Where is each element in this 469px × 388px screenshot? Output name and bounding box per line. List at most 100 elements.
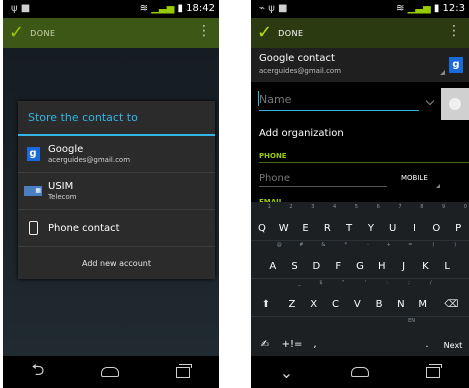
- key-k[interactable]: (K: [415, 240, 437, 278]
- battery-icon: ▮: [177, 3, 183, 14]
- key-hint: -: [367, 242, 369, 248]
- dialog-title: Store the contact to: [18, 101, 215, 136]
- key-hint: ": [342, 280, 345, 286]
- person-icon: [449, 98, 461, 110]
- clock: 12:3: [442, 3, 465, 14]
- key-hint: 2: [289, 204, 293, 210]
- key-label: ,: [313, 339, 317, 350]
- action-bar: ✓ DONE ⋮: [3, 18, 219, 48]
- key-s[interactable]: # S: [284, 240, 306, 278]
- left-phone-screen: ψ ■ ≋ ▁▃▅ ▮ 18:42 ✓ DONE ⋮ Store the con…: [3, 0, 219, 388]
- key-r[interactable]: 4R: [316, 202, 338, 240]
- key-t[interactable]: 5T: [338, 202, 360, 240]
- option-usim[interactable]: ▦ USIM Telecom: [18, 173, 215, 210]
- key-o[interactable]: 9O: [425, 202, 447, 240]
- section-divider: [259, 162, 469, 163]
- contact-photo-button[interactable]: [441, 88, 469, 120]
- phone-field[interactable]: Phone: [259, 166, 387, 187]
- key-w[interactable]: 2W: [273, 202, 295, 240]
- store-contact-dialog: Store the contact to g Google acerguides…: [18, 101, 215, 279]
- option-label: USIM: [48, 180, 74, 192]
- shift-key-icon[interactable]: ⬆: [251, 278, 281, 316]
- key-p[interactable]: 0P: [447, 202, 469, 240]
- key-hint: @: [276, 242, 282, 248]
- option-sublabel: Telecom: [48, 192, 77, 201]
- key-b[interactable]: :B: [368, 278, 390, 316]
- account-selector[interactable]: Google contact acerguides@gmail.com g: [251, 48, 469, 82]
- overflow-menu-icon[interactable]: ⋮: [197, 24, 211, 38]
- key-a[interactable]: @ A: [262, 240, 284, 278]
- key-c[interactable]: " C: [325, 278, 347, 316]
- recent-apps-icon[interactable]: [176, 363, 193, 378]
- key-hint: 1: [267, 204, 271, 210]
- key-hint: ): [454, 242, 457, 248]
- key-d[interactable]: & D: [306, 240, 328, 278]
- name-field[interactable]: Name: [258, 88, 419, 111]
- key-label: V: [353, 299, 361, 310]
- key-label: H: [378, 261, 386, 272]
- next-key[interactable]: Next: [437, 316, 469, 356]
- key-j[interactable]: = J: [393, 240, 415, 278]
- done-button[interactable]: ✓ DONE: [257, 22, 304, 44]
- key-f[interactable]: * F: [327, 240, 349, 278]
- add-new-account-button[interactable]: Add new account: [18, 247, 215, 281]
- phone-placeholder: Phone: [259, 173, 290, 184]
- home-icon[interactable]: [101, 367, 120, 377]
- key-hint: $: [319, 280, 323, 286]
- key-label: X: [310, 299, 318, 310]
- key-hint: 7: [398, 204, 402, 210]
- key-label: +!=: [281, 339, 303, 350]
- option-google[interactable]: g Google acerguides@gmail.com: [18, 136, 215, 173]
- key-label: Y: [367, 223, 374, 234]
- handwriting-key-icon[interactable]: ✍: [251, 316, 279, 356]
- space-key[interactable]: EN: [325, 316, 417, 356]
- phone-type-selector[interactable]: MOBILE: [401, 174, 428, 182]
- key-e[interactable]: 3E: [295, 202, 317, 240]
- hide-keyboard-icon[interactable]: ⌄: [280, 363, 293, 382]
- account-email: acerguides@gmail.com: [259, 67, 342, 75]
- name-placeholder: Name: [259, 93, 292, 106]
- key-label: R: [323, 223, 331, 234]
- delete-key-icon[interactable]: ⌫: [434, 278, 469, 316]
- key-hint: 3: [311, 204, 315, 210]
- key-x[interactable]: $ X: [303, 278, 325, 316]
- key-label: I: [413, 223, 416, 234]
- key-z[interactable]: _ Z: [281, 278, 303, 316]
- option-label: Google: [48, 143, 84, 155]
- back-icon[interactable]: ⮌: [32, 359, 45, 386]
- key-hint: (: [432, 242, 435, 248]
- key-i[interactable]: 8I: [404, 202, 426, 240]
- overflow-menu-icon[interactable]: ⋮: [447, 24, 461, 38]
- key-label: L: [444, 261, 450, 272]
- key-hint: /: [429, 280, 432, 286]
- key-label: S: [291, 261, 298, 272]
- key-n[interactable]: ; N: [390, 278, 412, 316]
- home-icon[interactable]: [350, 367, 369, 377]
- period-key[interactable]: .: [417, 316, 437, 356]
- key-label: W: [278, 223, 289, 234]
- key-q[interactable]: 1Q: [251, 202, 273, 240]
- add-organization-link[interactable]: Add organization: [259, 128, 344, 139]
- option-sublabel: acerguides@gmail.com: [48, 155, 131, 164]
- signal-icon: ▁▃▅: [151, 3, 175, 14]
- key-hint: 0: [463, 204, 467, 210]
- key-g[interactable]: -G: [349, 240, 371, 278]
- key-h[interactable]: + H: [371, 240, 393, 278]
- key-y[interactable]: 6Y: [360, 202, 382, 240]
- key-hint: 4: [333, 204, 337, 210]
- key-l[interactable]: ) L: [436, 240, 458, 278]
- navigation-bar: ⮌: [3, 356, 219, 388]
- key-u[interactable]: 7U: [382, 202, 404, 240]
- option-phone-contact[interactable]: Phone contact: [18, 210, 215, 247]
- key-label: J: [402, 261, 406, 272]
- key-label: B: [375, 299, 383, 310]
- comma-key[interactable]: ,: [305, 316, 325, 356]
- key-hint: =: [408, 242, 413, 248]
- key-v[interactable]: ' V: [346, 278, 368, 316]
- expand-name-chevron-icon[interactable]: [425, 96, 435, 106]
- recent-apps-icon[interactable]: [426, 363, 443, 378]
- key-m[interactable]: / M: [412, 278, 434, 316]
- done-button[interactable]: ✓ DONE: [9, 22, 56, 44]
- symbols-key[interactable]: +!=: [279, 316, 305, 356]
- key-hint: ': [364, 280, 367, 286]
